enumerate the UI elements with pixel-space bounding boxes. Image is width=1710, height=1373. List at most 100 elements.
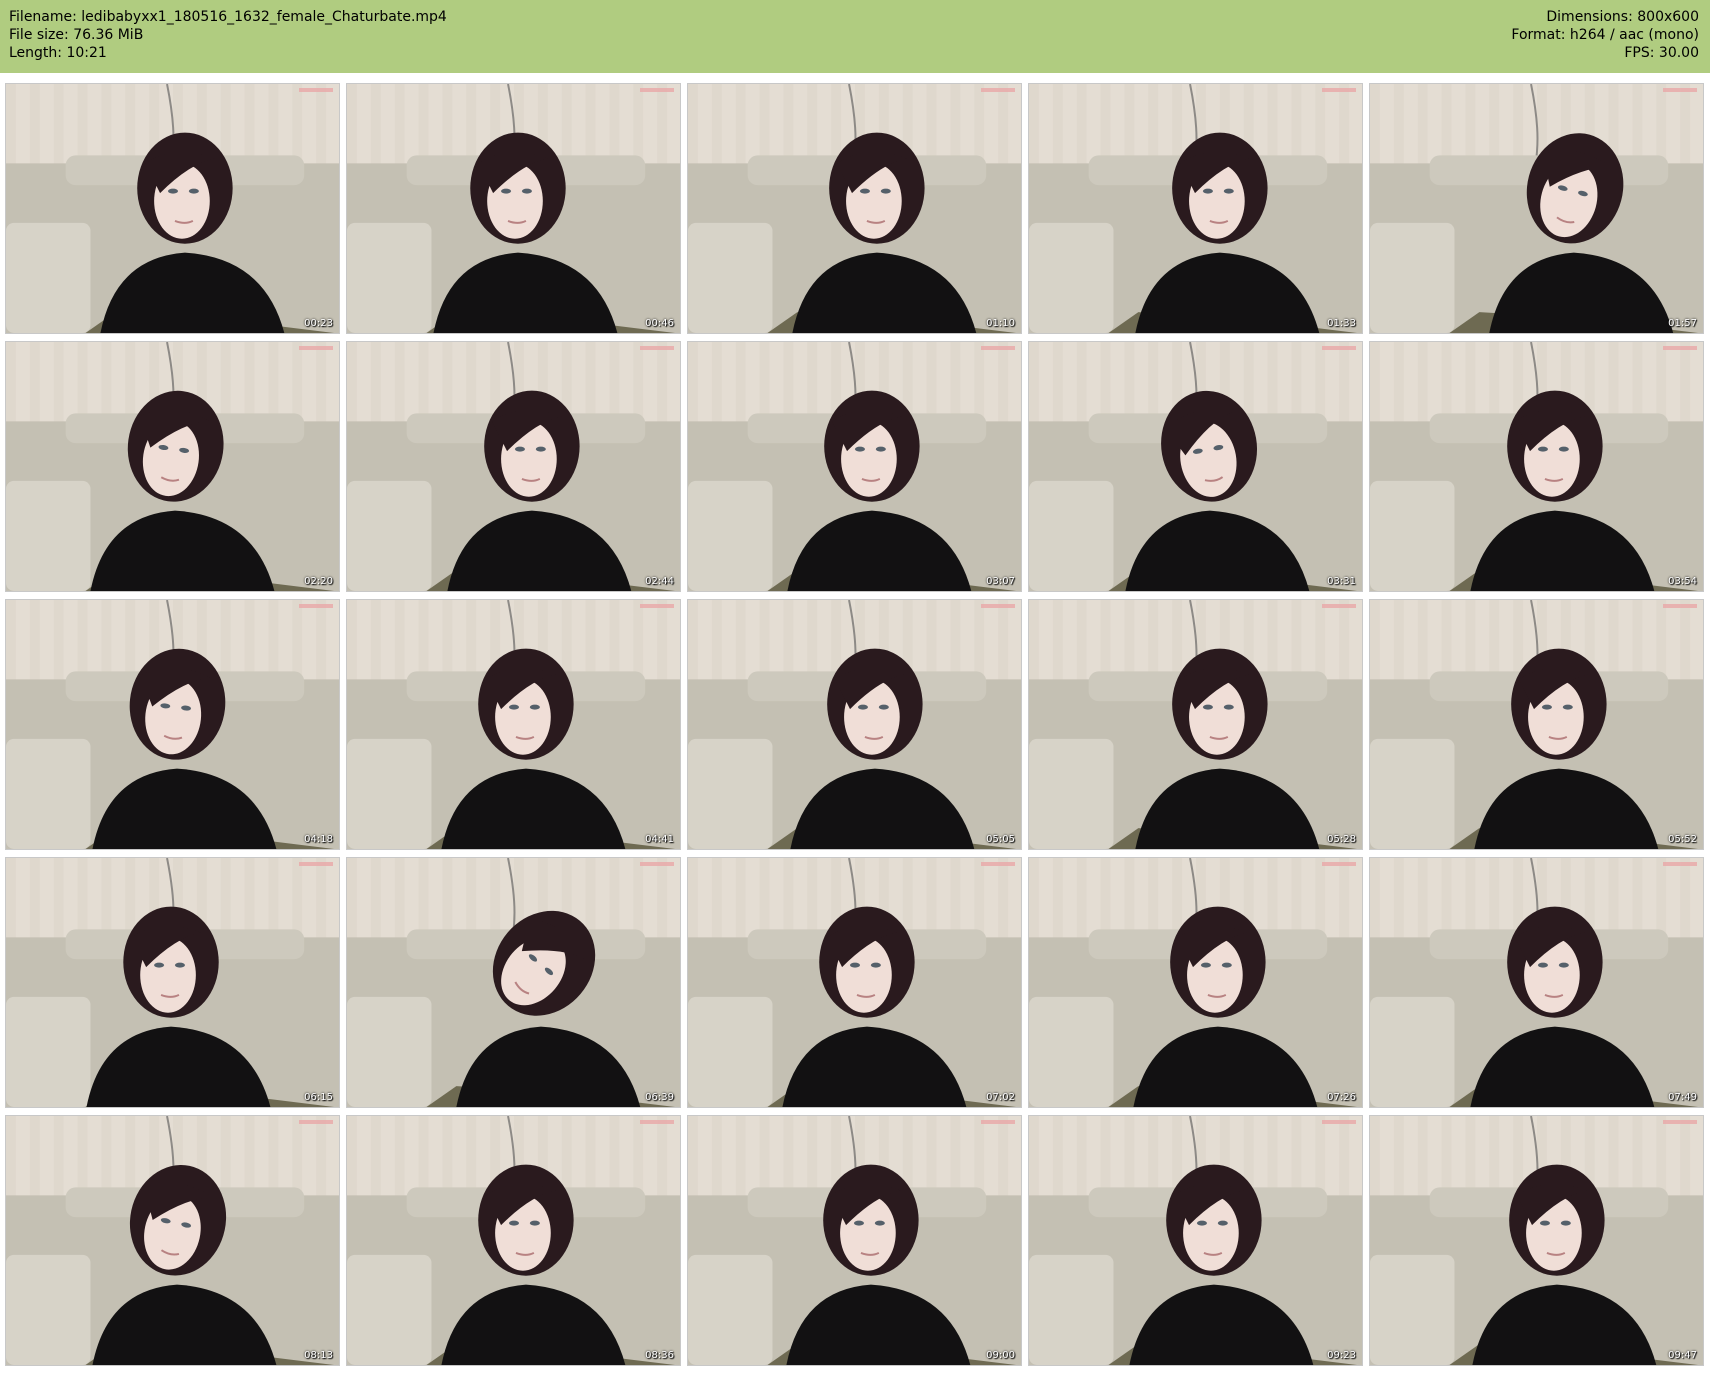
watermark — [640, 88, 674, 92]
timestamp-label: 01:10 — [986, 318, 1015, 329]
video-thumbnail[interactable]: 04:41 — [346, 599, 681, 850]
video-thumbnail[interactable]: 03:31 — [1028, 341, 1363, 592]
video-thumbnail[interactable]: 07:02 — [687, 857, 1022, 1108]
timestamp-label: 09:23 — [1327, 1350, 1356, 1361]
timestamp-label: 08:36 — [645, 1350, 674, 1361]
timestamp-label: 07:02 — [986, 1092, 1015, 1103]
format-line: Format: h264 / aac (mono) — [1511, 27, 1699, 43]
frame-image — [1029, 1116, 1362, 1365]
video-thumbnail[interactable]: 09:00 — [687, 1115, 1022, 1366]
timestamp-label: 07:26 — [1327, 1092, 1356, 1103]
timestamp-label: 05:05 — [986, 834, 1015, 845]
watermark — [1663, 862, 1697, 866]
frame-image — [688, 600, 1021, 849]
frame-image — [1029, 600, 1362, 849]
frame-image — [347, 84, 680, 333]
timestamp-label: 03:31 — [1327, 576, 1356, 587]
frame-image — [347, 600, 680, 849]
video-thumbnail[interactable]: 03:07 — [687, 341, 1022, 592]
watermark — [299, 1120, 333, 1124]
frame-image — [1029, 84, 1362, 333]
timestamp-label: 01:33 — [1327, 318, 1356, 329]
timestamp-label: 01:57 — [1668, 318, 1697, 329]
frame-image — [347, 342, 680, 591]
video-thumbnail[interactable]: 08:36 — [346, 1115, 681, 1366]
watermark — [1663, 1120, 1697, 1124]
video-thumbnail[interactable]: 01:10 — [687, 83, 1022, 334]
video-thumbnail[interactable]: 00:46 — [346, 83, 681, 334]
watermark — [299, 862, 333, 866]
timestamp-label: 08:13 — [304, 1350, 333, 1361]
video-thumbnail[interactable]: 05:05 — [687, 599, 1022, 850]
watermark — [640, 1120, 674, 1124]
timestamp-label: 09:00 — [986, 1350, 1015, 1361]
info-header: Filename: ledibabyxx1_180516_1632_female… — [0, 0, 1710, 73]
fps-line: FPS: 30.00 — [1624, 45, 1699, 61]
timestamp-label: 03:54 — [1668, 576, 1697, 587]
video-thumbnail[interactable]: 06:39 — [346, 857, 681, 1108]
watermark — [981, 88, 1015, 92]
thumbnail-grid: 00:23 00:46 01:10 01:33 01:57 02:20 02:44 03:07… — [5, 83, 1704, 1366]
video-thumbnail[interactable]: 05:52 — [1369, 599, 1704, 850]
timestamp-label: 03:07 — [986, 576, 1015, 587]
frame-image — [688, 342, 1021, 591]
watermark — [299, 346, 333, 350]
watermark — [1322, 346, 1356, 350]
video-thumbnail[interactable]: 06:15 — [5, 857, 340, 1108]
frame-image — [688, 858, 1021, 1107]
video-thumbnail[interactable]: 01:57 — [1369, 83, 1704, 334]
frame-image — [1370, 1116, 1703, 1365]
dimensions-line: Dimensions: 800x600 — [1546, 9, 1699, 25]
timestamp-label: 00:46 — [645, 318, 674, 329]
length-line: Length: 10:21 — [9, 45, 107, 61]
watermark — [1322, 604, 1356, 608]
watermark — [981, 346, 1015, 350]
timestamp-label: 07:49 — [1668, 1092, 1697, 1103]
frame-image — [1370, 600, 1703, 849]
video-thumbnail[interactable]: 09:23 — [1028, 1115, 1363, 1366]
watermark — [1663, 346, 1697, 350]
video-thumbnail[interactable]: 02:20 — [5, 341, 340, 592]
watermark — [1322, 1120, 1356, 1124]
video-thumbnail[interactable]: 05:28 — [1028, 599, 1363, 850]
timestamp-label: 02:20 — [304, 576, 333, 587]
video-thumbnail[interactable]: 01:33 — [1028, 83, 1363, 334]
timestamp-label: 05:52 — [1668, 834, 1697, 845]
frame-image — [1370, 342, 1703, 591]
video-thumbnail[interactable]: 08:13 — [5, 1115, 340, 1366]
video-thumbnail[interactable]: 02:44 — [346, 341, 681, 592]
video-thumbnail[interactable]: 04:18 — [5, 599, 340, 850]
frame-image — [6, 600, 339, 849]
watermark — [640, 862, 674, 866]
watermark — [299, 88, 333, 92]
watermark — [1322, 862, 1356, 866]
frame-image — [347, 1116, 680, 1365]
video-thumbnail[interactable]: 09:47 — [1369, 1115, 1704, 1366]
video-thumbnail[interactable]: 07:49 — [1369, 857, 1704, 1108]
watermark — [981, 604, 1015, 608]
frame-image — [1029, 858, 1362, 1107]
filesize-line: File size: 76.36 MiB — [9, 27, 144, 43]
watermark — [1322, 88, 1356, 92]
timestamp-label: 09:47 — [1668, 1350, 1697, 1361]
filename-line: Filename: ledibabyxx1_180516_1632_female… — [9, 9, 447, 25]
frame-image — [6, 342, 339, 591]
timestamp-label: 06:15 — [304, 1092, 333, 1103]
frame-image — [688, 1116, 1021, 1365]
video-thumbnail[interactable]: 00:23 — [5, 83, 340, 334]
watermark — [1663, 88, 1697, 92]
watermark — [981, 1120, 1015, 1124]
video-thumbnail[interactable]: 03:54 — [1369, 341, 1704, 592]
frame-image — [6, 858, 339, 1107]
frame-image — [6, 1116, 339, 1365]
timestamp-label: 04:18 — [304, 834, 333, 845]
watermark — [640, 346, 674, 350]
frame-image — [1029, 342, 1362, 591]
frame-image — [1370, 858, 1703, 1107]
video-thumbnail[interactable]: 07:26 — [1028, 857, 1363, 1108]
timestamp-label: 05:28 — [1327, 834, 1356, 845]
timestamp-label: 04:41 — [645, 834, 674, 845]
format-info: Dimensions: 800x600 Format: h264 / aac (… — [1511, 8, 1699, 62]
frame-image — [688, 84, 1021, 333]
frame-image — [347, 858, 680, 1107]
